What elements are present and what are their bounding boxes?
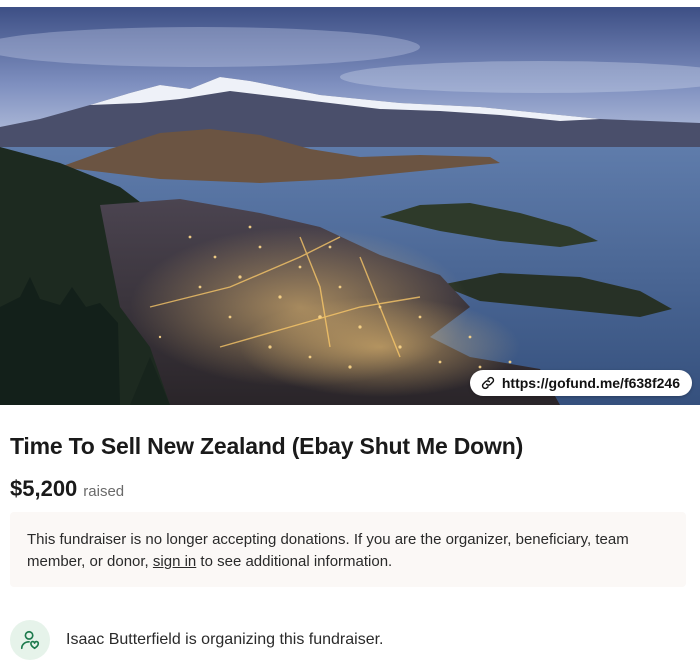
share-link-url: https://gofund.me/f638f246 (501, 375, 680, 391)
notice-text-after: to see additional information. (196, 553, 393, 570)
share-link[interactable]: https://gofund.me/f638f246 (469, 370, 692, 396)
raised-label: raised (83, 483, 125, 500)
donations-closed-notice: This fundraiser is no longer accepting d… (10, 512, 686, 587)
sign-in-link[interactable]: sign in (153, 553, 196, 570)
link-icon (480, 375, 496, 391)
raised-summary: $5,200 raised (10, 476, 124, 502)
hero-image: https://gofund.me/f638f246 (0, 7, 700, 405)
campaign-title: Time To Sell New Zealand (Ebay Shut Me D… (10, 433, 524, 459)
organizer-text: Isaac Butterfield is organizing this fun… (66, 631, 384, 648)
organizer-heart-icon (10, 620, 50, 660)
organizer-row: Isaac Butterfield is organizing this fun… (10, 620, 384, 660)
raised-amount: $5,200 (10, 476, 78, 501)
